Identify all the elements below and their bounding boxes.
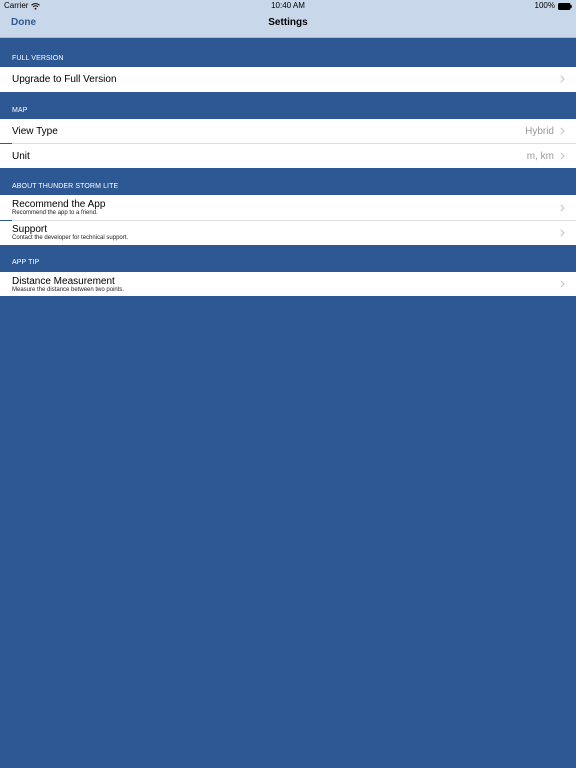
support-row[interactable]: Support Contact the developer for techni… bbox=[0, 221, 576, 245]
distance-measurement-row[interactable]: Distance Measurement Measure the distanc… bbox=[0, 272, 576, 296]
section-header-about: ABOUT THUNDER STORM LITE bbox=[12, 183, 119, 190]
upgrade-full-version-label: Upgrade to Full Version bbox=[12, 74, 117, 85]
distance-measurement-subtitle: Measure the distance between two points. bbox=[12, 287, 125, 293]
battery-icon bbox=[558, 2, 572, 10]
upgrade-full-version-row[interactable]: Upgrade to Full Version bbox=[0, 67, 576, 92]
unit-value: m, km bbox=[526, 151, 554, 162]
status-bar: Carrier 10:40 AM 100% bbox=[0, 0, 576, 12]
view-type-label: View Type bbox=[12, 126, 58, 137]
recommend-app-label: Recommend the App bbox=[12, 199, 106, 210]
chevron-right-icon bbox=[560, 152, 565, 160]
support-label: Support bbox=[12, 224, 48, 235]
support-subtitle: Contact the developer for technical supp… bbox=[12, 235, 129, 241]
chevron-right-icon bbox=[560, 127, 565, 135]
section-header-full-version: FULL VERSION bbox=[12, 55, 64, 62]
page-title: Settings bbox=[268, 17, 308, 28]
chevron-right-icon bbox=[560, 229, 565, 237]
chevron-right-icon bbox=[560, 75, 565, 83]
chevron-right-icon bbox=[560, 280, 565, 288]
unit-row[interactable]: Unit m, km bbox=[0, 144, 576, 168]
navigation-bar: Done Settings bbox=[0, 12, 576, 38]
status-right: 100% bbox=[535, 0, 572, 12]
chevron-right-icon bbox=[560, 204, 565, 212]
section-header-app-tip: APP TIP bbox=[12, 259, 40, 266]
unit-label: Unit bbox=[12, 151, 30, 162]
battery-percent: 100% bbox=[534, 1, 555, 10]
view-type-value: Hybrid bbox=[525, 126, 554, 137]
view-type-row[interactable]: View Type Hybrid bbox=[0, 119, 576, 143]
recommend-app-subtitle: Recommend the app to a friend. bbox=[12, 210, 98, 216]
section-header-map: MAP bbox=[12, 107, 28, 114]
distance-measurement-label: Distance Measurement bbox=[12, 276, 115, 287]
recommend-app-row[interactable]: Recommend the App Recommend the app to a… bbox=[0, 195, 576, 220]
status-time: 10:40 AM bbox=[271, 1, 305, 10]
